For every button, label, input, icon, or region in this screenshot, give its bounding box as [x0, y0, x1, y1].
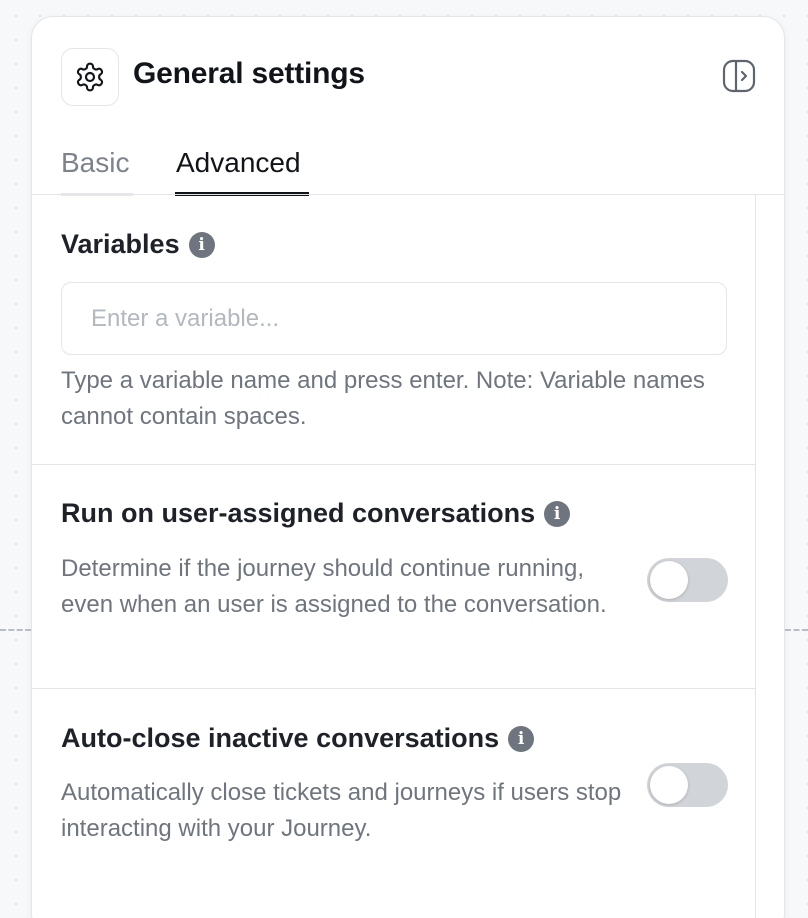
content-scroll-border: [755, 195, 756, 918]
panel-collapse-icon[interactable]: [722, 59, 756, 93]
auto-close-title: Auto-close inactive conversations: [61, 723, 500, 753]
advanced-settings-content: Variables i Type a variable name and pre…: [32, 195, 755, 918]
info-icon[interactable]: i: [188, 231, 215, 258]
connector-line-right: [785, 629, 808, 631]
run-on-assigned-title: Run on user-assigned conversations: [61, 498, 536, 528]
page-title: General settings: [133, 57, 365, 90]
run-on-assigned-heading: Run on user-assigned conversations i: [61, 498, 571, 529]
tab-basic[interactable]: Basic: [61, 147, 129, 179]
panel-header: General settings: [32, 17, 784, 135]
gear-icon: [61, 48, 119, 106]
info-icon[interactable]: i: [544, 500, 571, 527]
run-on-assigned-section: Run on user-assigned conversations i Det…: [32, 465, 755, 689]
variables-help-text: Type a variable name and press enter. No…: [61, 367, 705, 430]
run-on-assigned-toggle[interactable]: [647, 558, 728, 602]
variables-section: Variables i Type a variable name and pre…: [32, 195, 755, 465]
toggle-knob: [650, 561, 688, 599]
toggle-knob: [650, 766, 688, 804]
tab-advanced[interactable]: Advanced: [176, 147, 301, 179]
run-on-assigned-description: Determine if the journey should continue…: [61, 555, 607, 618]
auto-close-toggle[interactable]: [647, 763, 728, 807]
auto-close-section: Auto-close inactive conversations i Auto…: [32, 689, 755, 918]
info-icon[interactable]: i: [508, 725, 535, 752]
connector-line-left: [0, 629, 31, 631]
variables-title: Variables: [61, 229, 180, 259]
general-settings-panel: General settings Basic Advanced Variable…: [31, 16, 785, 918]
auto-close-description: Automatically close tickets and journeys…: [61, 779, 622, 842]
tab-bar: Basic Advanced: [32, 135, 784, 196]
variables-heading: Variables i: [61, 229, 215, 260]
variable-input[interactable]: [61, 282, 727, 355]
auto-close-heading: Auto-close inactive conversations i: [61, 723, 535, 754]
